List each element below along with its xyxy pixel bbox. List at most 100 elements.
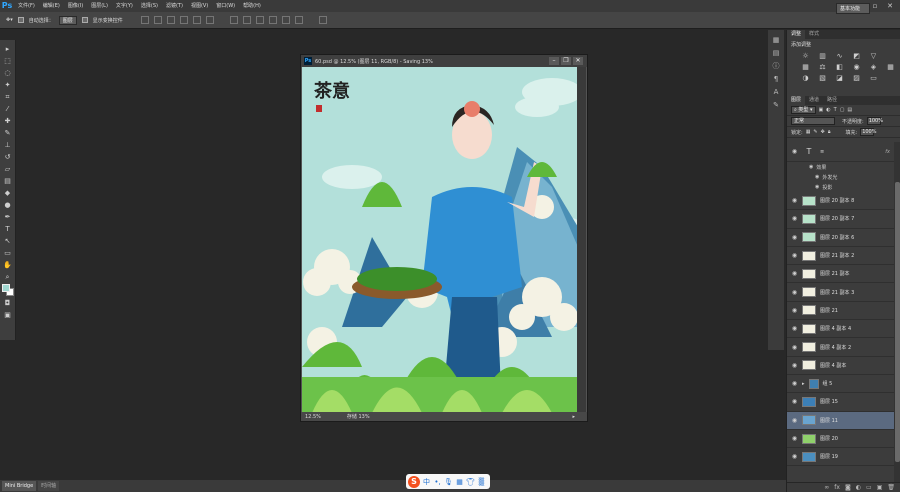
image-canvas[interactable]: 茶意 [302,67,578,413]
effect-eye-icon[interactable]: ◉ [815,184,819,190]
layer-row[interactable]: ◉ 图层 21 副本 [787,265,894,284]
menu-type[interactable]: 文字(Y) [112,0,137,12]
effects-row[interactable]: ◉ 效果 [787,162,894,172]
visibility-eye-icon[interactable]: ◉ [791,380,798,387]
toolbox-icon[interactable]: ▒ [477,478,486,486]
visibility-eye-icon[interactable]: ◉ [791,234,798,241]
history-brush-tool-icon[interactable]: ↺ [3,152,13,162]
layer-row-selected[interactable]: ◉ 图层 11 [787,411,894,430]
lasso-tool-icon[interactable]: ◌ [3,68,13,78]
delete-layer-icon[interactable]: 🗑︎ [887,484,895,491]
curves-icon[interactable]: ∿ [835,52,844,60]
filter-smart-icon[interactable]: ▤ [847,107,852,113]
align-left-icon[interactable] [179,16,188,24]
close-icon[interactable]: ✕ [884,1,896,11]
visibility-eye-icon[interactable]: ◉ [791,307,798,314]
effect-drop-shadow[interactable]: ◉ 投影 [787,182,894,192]
menu-layer[interactable]: 图层(L) [87,0,112,12]
layer-row[interactable]: ◉ 图层 4 副本 4 [787,320,894,339]
layer-type[interactable]: ◉ T ≡ fx [787,142,894,162]
opacity-field[interactable]: 100% [866,117,883,125]
paragraph-icon[interactable]: ¶ [771,75,781,84]
add-mask-icon[interactable]: ◙ [845,484,851,491]
auto-align-icon[interactable] [318,16,327,24]
exposure-icon[interactable]: ◩ [852,52,861,60]
tab-layers[interactable]: 图层 [787,96,806,105]
layers-scrollbar[interactable] [894,142,900,492]
posterize-icon[interactable]: ▧ [818,74,827,82]
info-icon[interactable]: ⓘ [771,62,781,71]
layer-row[interactable]: ◉ 图层 20 [787,430,894,449]
tab-timeline[interactable]: 时间轴 [38,481,60,491]
color-balance-icon[interactable]: ⚖ [818,63,827,71]
zoom-tool-icon[interactable]: ⌕ [3,272,13,282]
new-adjustment-icon[interactable]: ◐ [856,484,861,491]
tab-styles[interactable]: 样式 [805,30,823,39]
layer-row[interactable]: ◉ 图层 21 [787,302,894,321]
hue-saturation-icon[interactable]: ▦ [801,63,810,71]
group-arrow-icon[interactable]: ▸ [802,381,805,387]
healing-tool-icon[interactable]: ✚ [3,116,13,126]
move-tool-icon[interactable]: ▸ [3,44,13,54]
distribute-hcenter-icon[interactable] [281,16,290,24]
filter-pixel-icon[interactable]: ▣ [819,107,824,113]
new-layer-icon[interactable]: ▣ [877,484,883,491]
zoom-level[interactable]: 12.5% [305,414,321,420]
move-tool-icon[interactable]: ✥▾ [6,17,13,23]
layer-style-icon[interactable]: fx [834,484,840,491]
threshold-icon[interactable]: ◪ [835,74,844,82]
lock-move-icon[interactable]: ✥ [821,129,825,135]
tab-adjustments[interactable]: 调整 [787,30,806,39]
layer-row[interactable]: ◉ 图层 21 副本 2 [787,247,894,266]
visibility-eye-icon[interactable]: ◉ [791,325,798,332]
visibility-eye-icon[interactable]: ◉ [791,362,798,369]
tab-paths[interactable]: 路径 [823,96,841,105]
menu-edit[interactable]: 编辑(E) [39,0,64,12]
stamp-tool-icon[interactable]: ⊥ [3,140,13,150]
punctuation-icon[interactable]: •, [433,478,442,486]
maximize-icon[interactable]: ▫ [869,1,881,11]
visibility-eye-icon[interactable]: ◉ [791,252,798,259]
type-tool-icon[interactable]: T [3,224,13,234]
layer-row[interactable]: ◉ 图层 20 副本 7 [787,210,894,229]
layer-row[interactable]: ◉ 图层 4 副本 [787,357,894,375]
align-right-icon[interactable] [205,16,214,24]
filter-adjust-icon[interactable]: ◐ [826,107,830,113]
layer-row[interactable]: ◉ ▸ 组 5 [787,375,894,394]
new-group-icon[interactable]: ▭ [866,484,872,491]
fill-field[interactable]: 100% [860,128,876,136]
visibility-eye-icon[interactable]: ◉ [791,435,798,442]
menu-filter[interactable]: 滤镜(T) [162,0,187,12]
visibility-eye-icon[interactable]: ◉ [791,344,798,351]
align-vcenter-icon[interactable] [153,16,162,24]
dodge-tool-icon[interactable]: ● [3,200,13,210]
doc-restore-icon[interactable]: ❐ [561,57,571,65]
gradient-tool-icon[interactable]: ▤ [3,176,13,186]
hand-tool-icon[interactable]: ✋ [3,260,13,270]
photo-filter-icon[interactable]: ◉ [852,63,861,71]
effect-eye-icon[interactable]: ◉ [815,174,819,180]
skin-icon[interactable]: 👕︎ [466,478,475,486]
layers-scrollbar-thumb[interactable] [895,182,900,462]
blur-tool-icon[interactable]: ◆ [3,188,13,198]
doc-close-icon[interactable]: ✕ [573,57,583,65]
visibility-eye-icon[interactable]: ◉ [791,453,798,460]
document-titlebar[interactable]: Ps 60.psd @ 12.5% (图层 11, RGB/8) - Savin… [301,55,587,67]
color-lookup-icon[interactable]: ▦ [886,63,895,71]
visibility-eye-icon[interactable]: ◉ [791,417,798,424]
invert-icon[interactable]: ◑ [801,74,810,82]
keyboard-icon[interactable]: ▦ [455,478,464,486]
visibility-eye-icon[interactable]: ◉ [791,289,798,296]
vibrance-icon[interactable]: ▽ [869,52,878,60]
history-icon[interactable]: ▦ [771,36,781,45]
layer-row[interactable]: ◉ 图层 19 [787,448,894,467]
gradient-map-icon[interactable]: ▭ [869,74,878,82]
eraser-tool-icon[interactable]: ▱ [3,164,13,174]
distribute-left-icon[interactable] [268,16,277,24]
lock-all-icon[interactable]: 🔒︎ [828,129,831,135]
link-layers-icon[interactable]: ∞ [824,484,829,491]
foreground-color-swatch[interactable] [1,284,10,292]
menu-file[interactable]: 文件(F) [14,0,39,12]
blend-mode-dropdown[interactable]: 正常 [791,117,835,125]
lock-brush-icon[interactable]: ✎ [813,129,817,135]
